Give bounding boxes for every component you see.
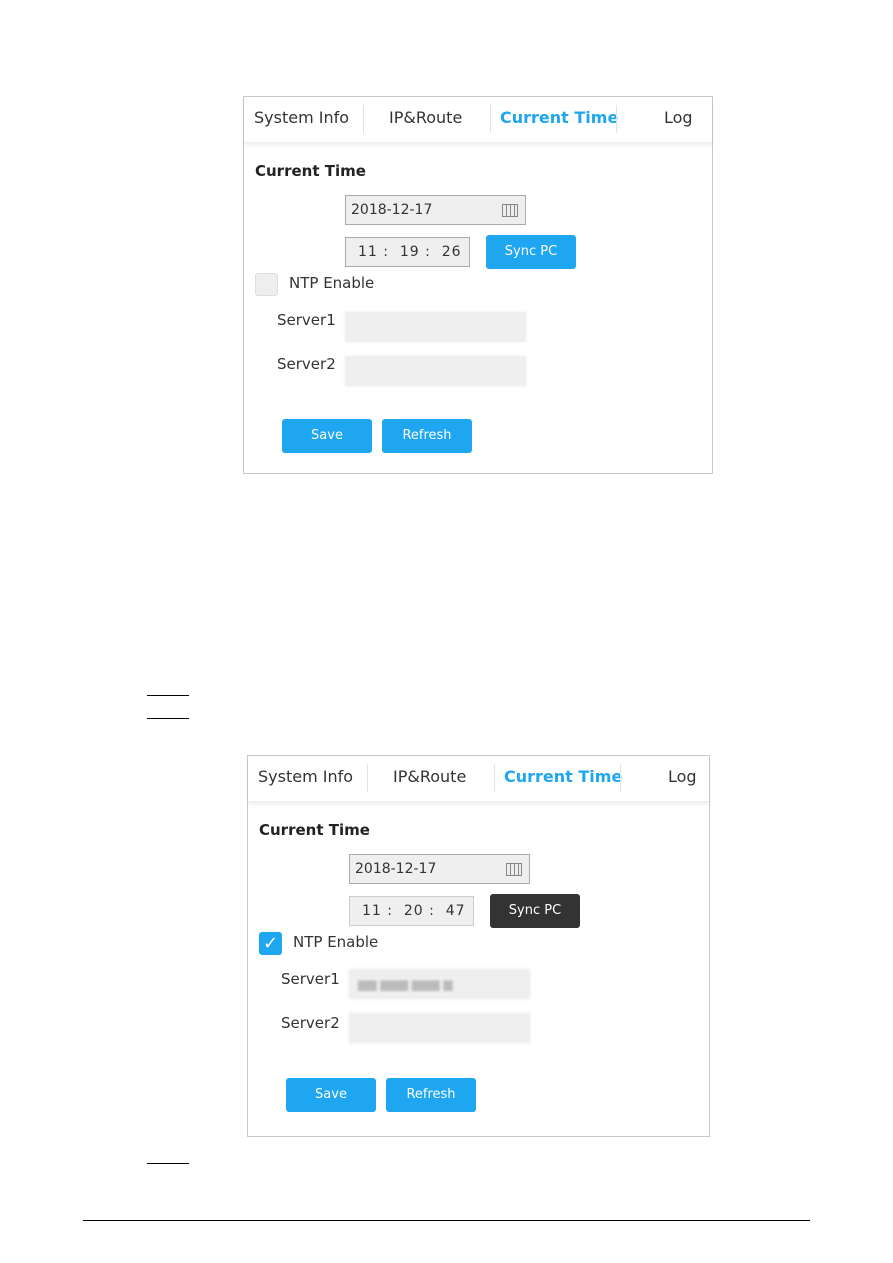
server1-label: Server1 (277, 311, 336, 329)
checkmark-icon: ✓ (262, 933, 279, 954)
tab-log[interactable]: Log (668, 767, 697, 786)
document-page: System Info IP&Route Current Time Log Cu… (0, 0, 893, 1263)
server2-input[interactable] (349, 1013, 530, 1043)
save-button[interactable]: Save (282, 419, 372, 453)
step-underline (147, 1163, 189, 1164)
time-settings-panel-before: System Info IP&Route Current Time Log Cu… (243, 96, 713, 474)
tab-system-info[interactable]: System Info (258, 767, 353, 786)
tab-divider (616, 105, 617, 133)
server2-label: Server2 (277, 355, 336, 373)
date-input[interactable]: 2018-12-17 (349, 854, 530, 884)
tab-divider (620, 764, 621, 792)
save-button[interactable]: Save (286, 1078, 376, 1112)
time-settings-panel-after: System Info IP&Route Current Time Log Cu… (247, 755, 710, 1137)
ntp-enable-checkbox[interactable]: ✓ (259, 932, 282, 955)
tab-bar: System Info IP&Route Current Time Log (244, 97, 712, 143)
server2-label: Server2 (281, 1014, 340, 1032)
date-value: 2018-12-17 (355, 861, 437, 877)
tab-divider (363, 105, 364, 133)
section-heading: Current Time (259, 821, 370, 839)
tab-bar: System Info IP&Route Current Time Log (248, 756, 709, 802)
server1-label: Server1 (281, 970, 340, 988)
date-input[interactable]: 2018-12-17 (345, 195, 526, 225)
tab-ip-route[interactable]: IP&Route (389, 108, 462, 127)
refresh-button[interactable]: Refresh (386, 1078, 476, 1112)
sync-pc-button[interactable]: Sync PC (490, 894, 580, 928)
date-value: 2018-12-17 (351, 202, 433, 218)
ntp-enable-label: NTP Enable (289, 274, 375, 292)
sync-pc-button[interactable]: Sync PC (486, 235, 576, 269)
tab-system-info[interactable]: System Info (254, 108, 349, 127)
ntp-enable-checkbox[interactable] (255, 273, 278, 296)
tab-current-time[interactable]: Current Time (504, 767, 622, 786)
ntp-enable-label: NTP Enable (293, 933, 379, 951)
step-underline (147, 695, 189, 696)
server1-input[interactable]: ▆▆ ▆▆▆ ▆▆▆ ▆ (349, 969, 530, 999)
server2-input[interactable] (345, 356, 526, 386)
time-input[interactable]: 11 : 19 : 26 (345, 237, 470, 267)
refresh-button[interactable]: Refresh (382, 419, 472, 453)
tab-divider (490, 105, 491, 133)
step-underline (147, 718, 189, 719)
footer-rule (83, 1220, 810, 1221)
tab-divider (494, 764, 495, 792)
tab-current-time[interactable]: Current Time (500, 108, 618, 127)
tab-log[interactable]: Log (664, 108, 693, 127)
server1-input[interactable] (345, 312, 526, 342)
section-heading: Current Time (255, 162, 366, 180)
calendar-icon[interactable] (506, 863, 522, 876)
time-input[interactable]: 11 : 20 : 47 (349, 896, 474, 926)
tab-divider (367, 764, 368, 792)
calendar-icon[interactable] (502, 204, 518, 217)
tab-ip-route[interactable]: IP&Route (393, 767, 466, 786)
